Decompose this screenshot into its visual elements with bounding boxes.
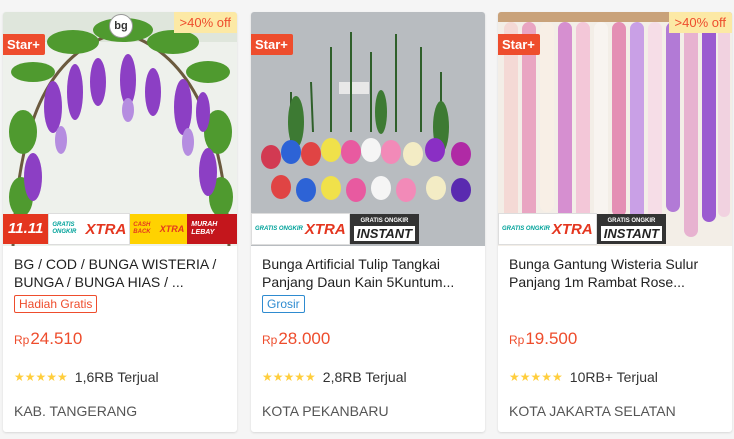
product-price: Rp28.000 (262, 329, 331, 348)
product-price: Rp19.500 (509, 329, 578, 348)
star-plus-badge: Star+ (3, 34, 45, 55)
product-image[interactable]: Star+ GRATIS ONGKIR XTRA GRATIS ONGKIR I… (251, 12, 485, 246)
promo-strip: GRATIS ONGKIR XTRA GRATIS ONGKIR INSTANT (498, 212, 667, 246)
product-rating: ★★★★★ 1,6RB Terjual (14, 369, 159, 385)
product-grid: bg >40% off Star+ 11.11 GRATIS ONGKIR XT… (0, 0, 734, 439)
product-tag: Grosir (262, 295, 305, 313)
sold-count: 2,8RB Terjual (322, 369, 407, 385)
promo-gratis-ongkir-xtra: GRATIS ONGKIR XTRA (251, 213, 350, 245)
sold-count: 1,6RB Terjual (74, 369, 159, 385)
star-plus-badge: Star+ (498, 34, 540, 55)
product-rating: ★★★★★ 10RB+ Terjual (509, 369, 658, 385)
promo-murah-lebay: MURAH LEBAY (187, 214, 237, 244)
product-image[interactable]: >40% off Star+ GRATIS ONGKIR XTRA GRATIS… (498, 12, 732, 246)
sold-count: 10RB+ Terjual (569, 369, 658, 385)
rating-stars-icon: ★★★★★ (14, 370, 68, 384)
promo-gratis-ongkir-xtra: GRATIS ONGKIR XTRA (498, 213, 597, 245)
discount-badge: >40% off (173, 12, 237, 33)
promo-gratis-ongkir-instant: GRATIS ONGKIR INSTANT (349, 214, 420, 244)
promo-1111: 11.11 (3, 214, 49, 244)
product-location: KOTA JAKARTA SELATAN (509, 403, 676, 419)
rating-stars-icon: ★★★★★ (262, 370, 316, 384)
rating-stars-icon: ★★★★★ (509, 370, 563, 384)
product-card[interactable]: >40% off Star+ GRATIS ONGKIR XTRA GRATIS… (498, 12, 732, 432)
product-card[interactable]: Star+ GRATIS ONGKIR XTRA GRATIS ONGKIR I… (251, 12, 485, 432)
product-tag: Hadiah Gratis (14, 295, 98, 313)
product-title[interactable]: BG / COD / BUNGA WISTERIA / BUNGA / BUNG… (14, 255, 228, 291)
product-title[interactable]: Bunga Artificial Tulip Tangkai Panjang D… (262, 255, 476, 291)
product-location: KAB. TANGERANG (14, 403, 138, 419)
product-card[interactable]: bg >40% off Star+ 11.11 GRATIS ONGKIR XT… (3, 12, 237, 432)
promo-strip: GRATIS ONGKIR XTRA GRATIS ONGKIR INSTANT (251, 212, 420, 246)
promo-strip: 11.11 GRATIS ONGKIR XTRA CASH BACK XTRA … (3, 212, 237, 246)
promo-cashback-xtra: CASH BACK XTRA (130, 214, 188, 244)
product-rating: ★★★★★ 2,8RB Terjual (262, 369, 407, 385)
product-price: Rp24.510 (14, 329, 83, 348)
product-image[interactable]: bg >40% off Star+ 11.11 GRATIS ONGKIR XT… (3, 12, 237, 246)
product-title[interactable]: Bunga Gantung Wisteria Sulur Panjang 1m … (509, 255, 723, 291)
promo-gratis-ongkir-instant: GRATIS ONGKIR INSTANT (596, 214, 667, 244)
shop-logo: bg (109, 14, 133, 38)
product-location: KOTA PEKANBARU (262, 403, 389, 419)
star-plus-badge: Star+ (251, 34, 293, 55)
promo-gratis-ongkir-xtra: GRATIS ONGKIR XTRA (48, 213, 131, 245)
discount-badge: >40% off (668, 12, 732, 33)
